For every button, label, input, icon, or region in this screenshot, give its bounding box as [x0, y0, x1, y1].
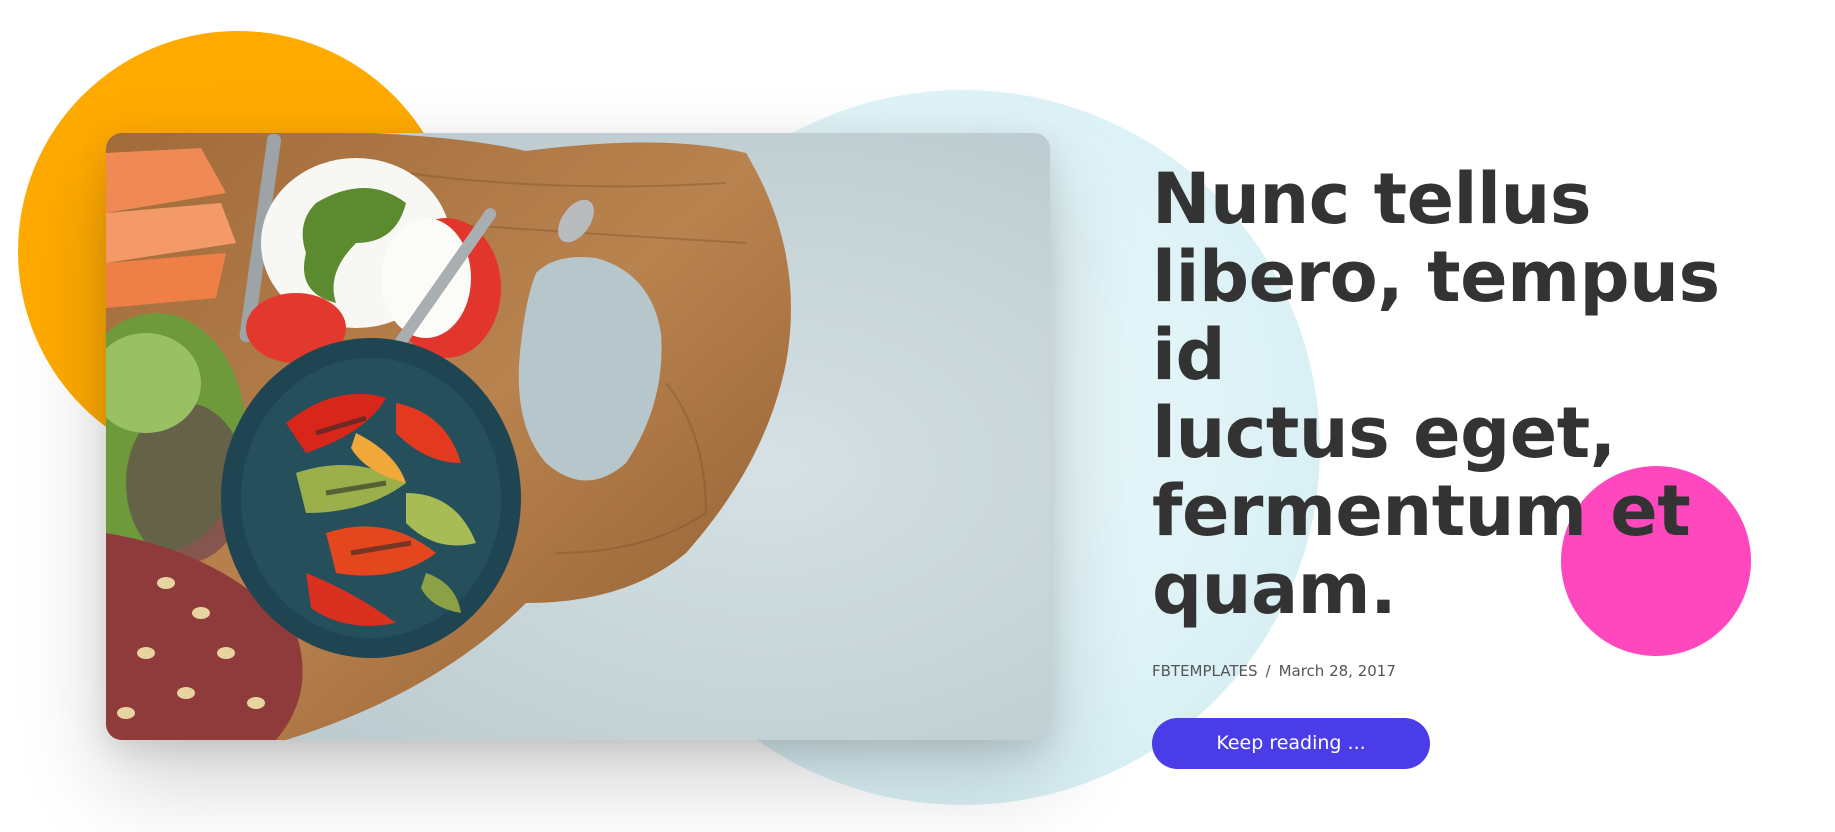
meta-separator: /	[1265, 662, 1271, 680]
post-author[interactable]: FBTEMPLATES	[1152, 662, 1258, 680]
post-meta: FBTEMPLATES / March 28, 2017	[1152, 662, 1792, 680]
keep-reading-button[interactable]: Keep reading ...	[1152, 718, 1430, 769]
hero-section: Nunc tellus libero, tempus id luctus ege…	[0, 0, 1835, 832]
featured-image[interactable]	[106, 133, 1050, 740]
post-date: March 28, 2017	[1278, 662, 1396, 680]
food-photo-image	[106, 133, 1050, 740]
post-summary: Nunc tellus libero, tempus id luctus ege…	[1152, 160, 1792, 769]
post-title[interactable]: Nunc tellus libero, tempus id luctus ege…	[1152, 160, 1792, 628]
